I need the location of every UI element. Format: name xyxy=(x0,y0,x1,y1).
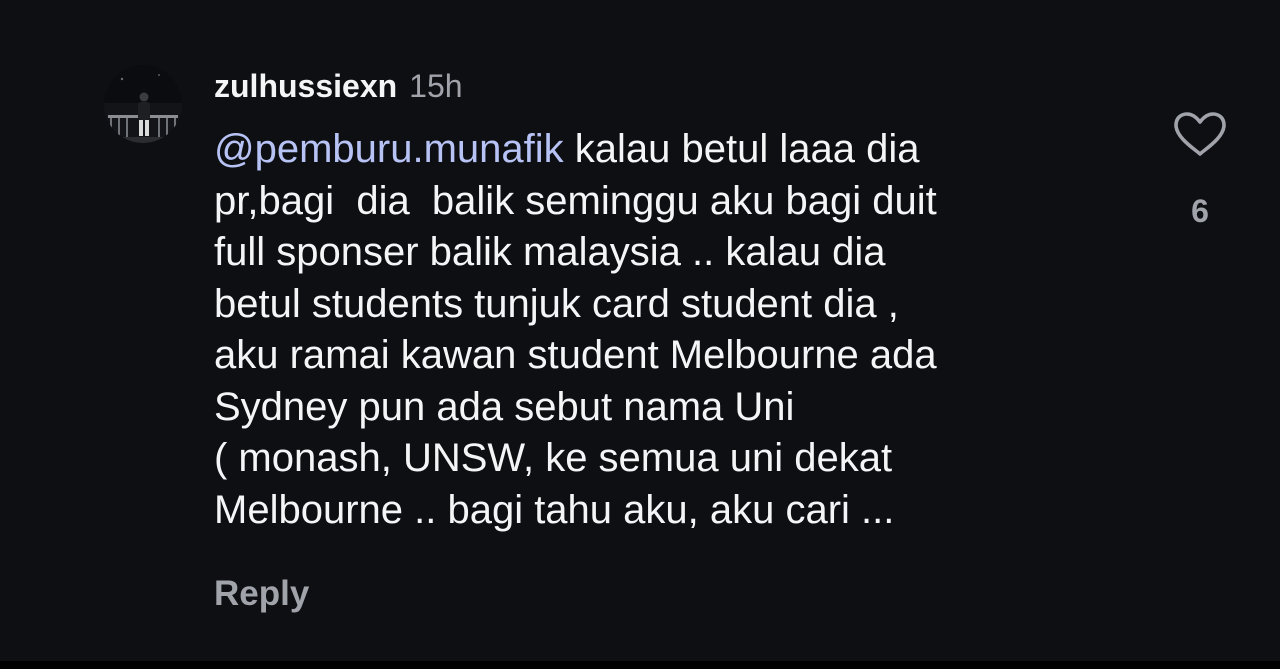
avatar-photo xyxy=(104,65,182,143)
username[interactable]: zulhussiexn xyxy=(214,68,397,105)
comment-line: Sydney pun ada sebut nama Uni xyxy=(214,384,795,429)
heart-outline-icon xyxy=(1174,112,1226,156)
comment-item: zulhussiexn 15h @pemburu.munafik kalau b… xyxy=(0,0,1280,669)
reply-button[interactable]: Reply xyxy=(214,574,309,614)
comment-line: pr,bagi dia balik seminggu aku bagi duit xyxy=(214,178,937,223)
comment-line: Melbourne .. bagi tahu aku, aku cari ... xyxy=(214,487,895,532)
like-count: 6 xyxy=(1191,193,1209,229)
comment-line: kalau betul laaa dia xyxy=(563,127,920,171)
comment-line: ( monash, UNSW, ke semua uni dekat xyxy=(214,436,893,480)
comment-line: full sponser balik malaysia .. kalau dia xyxy=(214,230,886,274)
avatar[interactable] xyxy=(104,65,182,143)
comment-header: zulhussiexn 15h xyxy=(214,64,463,108)
comment-line: aku ramai kawan student Melbourne ada xyxy=(214,333,937,377)
mention-link[interactable]: @pemburu.munafik xyxy=(214,127,564,171)
like-button[interactable] xyxy=(1170,110,1230,160)
timestamp: 15h xyxy=(409,67,463,104)
comment-body: @pemburu.munafik kalau betul laaa dia pr… xyxy=(214,124,1114,536)
bottom-edge xyxy=(0,661,1280,669)
comment-line: betul students tunjuk card student dia , xyxy=(214,281,899,326)
